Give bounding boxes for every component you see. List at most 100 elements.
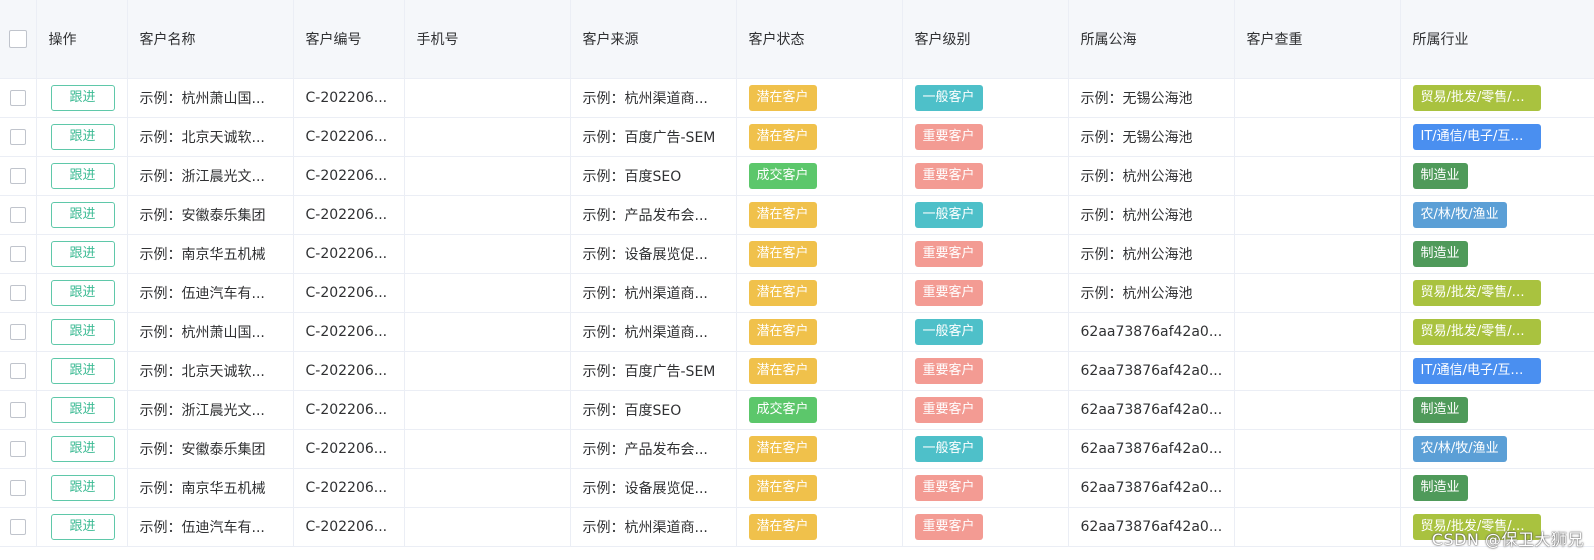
row-checkbox[interactable]: [9, 284, 26, 301]
follow-up-button[interactable]: 跟进: [50, 318, 115, 345]
customer-name: 示例：北京天诚软...: [139, 363, 265, 380]
level-badge: 重要客户: [914, 357, 983, 384]
source-cell: 示例：设备展览促...: [570, 234, 737, 274]
level-badge: 重要客户: [914, 162, 983, 189]
customer-name-cell[interactable]: 示例：北京天诚软...: [127, 351, 294, 391]
customer-name-cell[interactable]: 示例：浙江晨光文...: [127, 156, 294, 196]
row-checkbox[interactable]: [9, 440, 26, 457]
row-checkbox[interactable]: [9, 206, 26, 223]
dedupe-cell: [1234, 351, 1401, 391]
industry-cell: 制造业: [1400, 468, 1594, 508]
follow-up-button[interactable]: 跟进: [50, 435, 115, 462]
status-cell: 潜在客户: [736, 312, 903, 352]
level-badge: 一般客户: [914, 84, 983, 111]
customer-name: 示例：南京华五机械: [139, 246, 266, 263]
source-cell: 示例：杭州渠道商...: [570, 312, 737, 352]
customer-name-cell[interactable]: 示例：南京华五机械: [127, 234, 294, 274]
industry-cell: IT/通信/电子/互联...: [1400, 117, 1594, 157]
customer-code-cell: C-202206...: [293, 507, 405, 547]
select-all-checkbox[interactable]: [8, 29, 27, 48]
dedupe-cell: [1234, 195, 1401, 235]
customer-name-cell[interactable]: 示例：安徽泰乐集团: [127, 429, 294, 469]
source-cell: 示例：产品发布会...: [570, 429, 737, 469]
dedupe-cell: [1234, 507, 1401, 547]
dedupe-cell: [1234, 390, 1401, 430]
header-dedupe[interactable]: 客户查重: [1234, 0, 1401, 79]
header-level[interactable]: 客户级别: [902, 0, 1069, 79]
customer-code: C-202206...: [305, 167, 388, 184]
customer-name-cell[interactable]: 示例：伍迪汽车有...: [127, 507, 294, 547]
industry-cell: 农/林/牧/渔业: [1400, 195, 1594, 235]
customer-source: 示例：百度SEO: [582, 402, 682, 419]
status-badge: 潜在客户: [748, 201, 817, 228]
phone-cell: [404, 156, 571, 196]
row-checkbox[interactable]: [9, 128, 26, 145]
customer-name: 示例：安徽泰乐集团: [139, 207, 266, 224]
customer-code: C-202206...: [305, 284, 388, 301]
customer-code: C-202206...: [305, 245, 388, 262]
industry-cell: 贸易/批发/零售/租...: [1400, 78, 1594, 118]
follow-up-button[interactable]: 跟进: [50, 513, 115, 540]
phone-cell: [404, 234, 571, 274]
row-checkbox[interactable]: [9, 323, 26, 340]
phone-cell: [404, 312, 571, 352]
row-checkbox[interactable]: [9, 518, 26, 535]
follow-up-button[interactable]: 跟进: [50, 162, 115, 189]
row-checkbox[interactable]: [9, 479, 26, 496]
follow-up-button[interactable]: 跟进: [50, 474, 115, 501]
header-status[interactable]: 客户状态: [736, 0, 903, 79]
level-badge: 一般客户: [914, 318, 983, 345]
follow-up-button[interactable]: 跟进: [50, 84, 115, 111]
header-industry[interactable]: 所属行业: [1400, 0, 1594, 79]
row-checkbox[interactable]: [9, 89, 26, 106]
header-source[interactable]: 客户来源: [570, 0, 737, 79]
row-checkbox[interactable]: [9, 401, 26, 418]
customer-name-cell[interactable]: 示例：安徽泰乐集团: [127, 195, 294, 235]
table-row: 跟进 示例：安徽泰乐集团 C-202206... 示例：产品发布会... 潜在客户 一般客…: [0, 195, 1594, 235]
follow-up-button[interactable]: 跟进: [50, 357, 115, 384]
pool-cell: 62aa73876af42a0...: [1068, 351, 1235, 391]
customer-name: 示例：杭州萧山国...: [139, 90, 265, 107]
table-row: 跟进 示例：安徽泰乐集团 C-202206... 示例：产品发布会... 潜在客户 一般客…: [0, 429, 1594, 469]
status-badge: 潜在客户: [748, 84, 817, 111]
header-pool[interactable]: 所属公海: [1068, 0, 1235, 79]
source-cell: 示例：产品发布会...: [570, 195, 737, 235]
public-pool: 62aa73876af42a0...: [1080, 323, 1223, 340]
customer-name-cell[interactable]: 示例：杭州萧山国...: [127, 78, 294, 118]
header-customer-code[interactable]: 客户编号: [293, 0, 405, 79]
industry-badge: IT/通信/电子/互联...: [1412, 357, 1541, 384]
header-customer-name[interactable]: 客户名称: [127, 0, 294, 79]
customer-code: C-202206...: [305, 479, 388, 496]
phone-cell: [404, 117, 571, 157]
dedupe-cell: [1234, 468, 1401, 508]
dedupe-cell: [1234, 156, 1401, 196]
level-badge: 重要客户: [914, 240, 983, 267]
industry-cell: 制造业: [1400, 234, 1594, 274]
customer-code-cell: C-202206...: [293, 234, 405, 274]
follow-up-button[interactable]: 跟进: [50, 240, 115, 267]
row-checkbox[interactable]: [9, 167, 26, 184]
customer-name-cell[interactable]: 示例：伍迪汽车有...: [127, 273, 294, 313]
header-phone[interactable]: 手机号: [404, 0, 571, 79]
row-checkbox[interactable]: [9, 245, 26, 262]
follow-up-button[interactable]: 跟进: [50, 396, 115, 423]
action-cell: 跟进: [36, 117, 128, 157]
customer-code-cell: C-202206...: [293, 468, 405, 508]
follow-up-button[interactable]: 跟进: [50, 201, 115, 228]
customer-name-cell[interactable]: 示例：北京天诚软...: [127, 117, 294, 157]
industry-badge: 制造业: [1412, 396, 1468, 423]
pool-cell: 示例：杭州公海池: [1068, 273, 1235, 313]
row-checkbox[interactable]: [9, 362, 26, 379]
customer-name-cell[interactable]: 示例：南京华五机械: [127, 468, 294, 508]
row-select-cell: [0, 117, 37, 157]
industry-cell: 制造业: [1400, 390, 1594, 430]
follow-up-button[interactable]: 跟进: [50, 279, 115, 306]
follow-up-button[interactable]: 跟进: [50, 123, 115, 150]
customer-name-cell[interactable]: 示例：杭州萧山国...: [127, 312, 294, 352]
status-badge: 潜在客户: [748, 240, 817, 267]
table-row: 跟进 示例：北京天诚软... C-202206... 示例：百度广告-SEM 潜在客户 重…: [0, 117, 1594, 157]
customer-name-cell[interactable]: 示例：浙江晨光文...: [127, 390, 294, 430]
industry-cell: 农/林/牧/渔业: [1400, 429, 1594, 469]
level-cell: 重要客户: [902, 468, 1069, 508]
table-row: 跟进 示例：伍迪汽车有... C-202206... 示例：杭州渠道商... 潜在客户 重…: [0, 507, 1594, 547]
